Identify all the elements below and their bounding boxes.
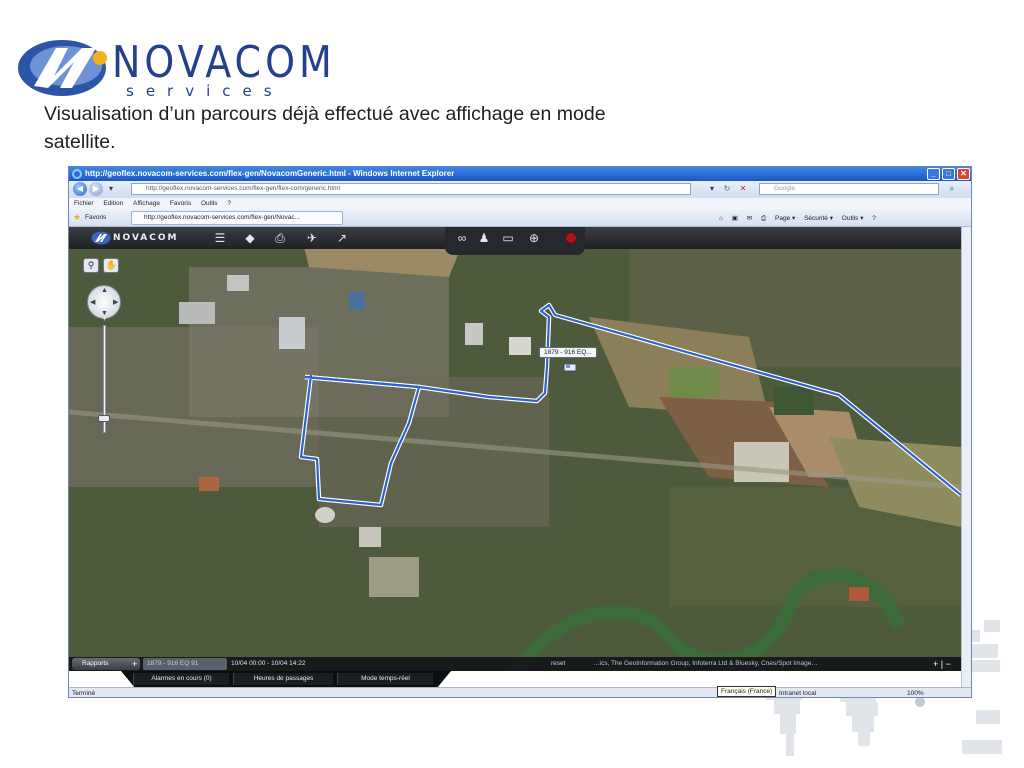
address-input[interactable]: http://geoflex.novacom-services.com/flex… xyxy=(131,183,691,195)
vehicle-label[interactable]: 1879 - 916 EQ... xyxy=(539,347,597,358)
refresh-icon[interactable]: ↻ xyxy=(721,183,733,195)
address-bar: ◀ ▶ ▾ http://geoflex.novacom-services.co… xyxy=(69,181,971,198)
zoom-box-icon[interactable]: ⚲ xyxy=(83,258,99,273)
bottom-tabs: Alarmes en cours (0) Heures de passages … xyxy=(121,671,451,687)
menu-item-affichage[interactable]: Affichage xyxy=(133,198,160,209)
ie-logo-icon xyxy=(72,169,82,179)
zoom-slider[interactable]: + xyxy=(98,315,111,437)
globe-icon[interactable]: ⊕ xyxy=(523,231,545,245)
pan-up-icon[interactable]: ▲ xyxy=(101,287,108,294)
menu-item-edition[interactable]: Edition xyxy=(103,198,123,209)
vehicles-icon[interactable]: ▭ xyxy=(497,231,519,245)
app-toolbar-secondary: ∞ ♟ ▭ ⊕ xyxy=(445,227,585,255)
printer-icon[interactable]: ⎙ xyxy=(269,231,291,245)
satellite-map[interactable] xyxy=(69,227,961,687)
search-icon[interactable]: ⌕ xyxy=(945,183,959,195)
pan-left-icon[interactable]: ◀ xyxy=(90,298,95,306)
address-dropdown-icon[interactable]: ▾ xyxy=(707,183,717,195)
rapports-button[interactable]: Rapports + xyxy=(72,658,140,670)
add-icon[interactable]: + xyxy=(132,658,137,670)
menu-item-outils[interactable]: Outils xyxy=(201,198,218,209)
print-icon[interactable]: ⎙ xyxy=(761,215,766,222)
home-icon[interactable]: ⌂ xyxy=(719,215,723,222)
page-menu[interactable]: Page ▾ xyxy=(775,215,795,222)
status-bar: Terminé Français (France) Intranet local… xyxy=(69,686,971,697)
zoom-in-icon[interactable]: + xyxy=(99,315,110,324)
logo-subtitle: services xyxy=(126,82,284,100)
vehicle-marker-icon[interactable] xyxy=(563,362,577,373)
menu-item-fichier[interactable]: Fichier xyxy=(74,198,94,209)
status-text: Terminé xyxy=(72,690,96,697)
user-icon[interactable]: ♟ xyxy=(473,231,495,245)
tab-heures-passages[interactable]: Heures de passages xyxy=(233,673,333,685)
command-bar: ⌂ ▣ ✉ ⎙ Page ▾ Sécurité ▾ Outils ▾ ? xyxy=(719,214,969,223)
maximize-icon[interactable]: □ xyxy=(942,168,955,180)
stop-icon[interactable] xyxy=(565,232,577,244)
menu-item-help[interactable]: ? xyxy=(227,198,231,209)
app-logo-icon xyxy=(91,231,111,245)
pan-right-icon[interactable]: ▶ xyxy=(113,298,118,306)
browser-tab[interactable]: http://geoflex.novacom-services.com/flex… xyxy=(131,211,343,225)
close-icon[interactable]: ✕ xyxy=(957,168,970,180)
vertical-scrollbar[interactable] xyxy=(961,227,971,687)
map-copyright: …ics, The GeoInformation Group, Infoterr… xyxy=(593,660,818,667)
favorites-star-icon[interactable]: ★ xyxy=(73,212,81,223)
favorites-button[interactable]: Favoris xyxy=(85,214,106,221)
link-icon[interactable]: ∞ xyxy=(451,231,473,245)
vehicle-chip[interactable]: 1879 - 916 EQ 91 xyxy=(143,658,227,670)
layers-icon[interactable]: ◆ xyxy=(239,231,261,245)
browser-window: http://geoflex.novacom-services.com/flex… xyxy=(68,166,972,698)
app-logo-text: NOVACOM xyxy=(113,233,179,243)
map-tools: ⚲ ✋ xyxy=(83,255,121,273)
bottom-tab-bar: Alarmes en cours (0) Heures de passages … xyxy=(69,671,961,687)
zoom-thumb[interactable] xyxy=(98,415,110,422)
browser-title: http://geoflex.novacom-services.com/flex… xyxy=(85,169,455,178)
favorites-bar: ★ Favoris http://geoflex.novacom-service… xyxy=(69,209,971,227)
mail-icon[interactable]: ✉ xyxy=(747,215,752,222)
menu-bar: Fichier Edition Affichage Favoris Outils… xyxy=(69,198,971,209)
rapports-label: Rapports xyxy=(82,660,109,667)
search-input[interactable]: Google xyxy=(759,183,939,195)
help-icon[interactable]: ? xyxy=(872,215,876,222)
menu-item-favoris[interactable]: Favoris xyxy=(170,198,191,209)
history-dropdown-icon[interactable]: ▾ xyxy=(107,183,115,195)
language-tooltip: Français (France) xyxy=(717,686,777,697)
tab-alarmes[interactable]: Alarmes en cours (0) xyxy=(133,673,229,685)
tools-menu[interactable]: Outils ▾ xyxy=(842,215,864,222)
reset-button[interactable]: reset xyxy=(551,657,565,671)
browser-title-bar: http://geoflex.novacom-services.com/flex… xyxy=(69,167,971,181)
period-range: 10/04 00:00 - 10/04 14:22 xyxy=(231,660,306,667)
geoflex-application: NOVACOM ☰ ◆ ⎙ ✈ ↗ ∞ ♟ ▭ ⊕ ⚲ ✋ ▲ ▼ ◀ ▶ + … xyxy=(69,227,961,687)
tab-temps-reel[interactable]: Mode temps-réel xyxy=(337,673,433,685)
stop-load-icon[interactable]: ✕ xyxy=(737,183,749,195)
presentation-slide: NOVACOM services Visualisation d’un parc… xyxy=(0,0,1024,768)
slide-caption: Visualisation d’un parcours déjà effectu… xyxy=(44,103,606,153)
pan-hand-icon[interactable]: ✋ xyxy=(103,258,120,273)
route-icon[interactable]: ↗ xyxy=(331,231,353,245)
history-bar: Rapports + 1879 - 916 EQ 91 10/04 00:00 … xyxy=(69,657,961,671)
zoom-plus-minus-icon[interactable]: + | − xyxy=(933,658,959,670)
security-zone: Intranet local xyxy=(779,690,817,697)
back-button-icon[interactable]: ◀ xyxy=(73,182,87,196)
list-icon[interactable]: ☰ xyxy=(209,231,231,245)
plane-icon[interactable]: ✈ xyxy=(301,231,323,245)
zoom-level[interactable]: 100% xyxy=(907,688,924,697)
feeds-icon[interactable]: ▣ xyxy=(732,215,738,222)
forward-button-icon[interactable]: ▶ xyxy=(89,182,103,196)
logo-wordmark: NOVACOM xyxy=(112,36,336,88)
minimize-icon[interactable]: _ xyxy=(927,168,940,180)
security-menu[interactable]: Sécurité ▾ xyxy=(804,215,833,222)
